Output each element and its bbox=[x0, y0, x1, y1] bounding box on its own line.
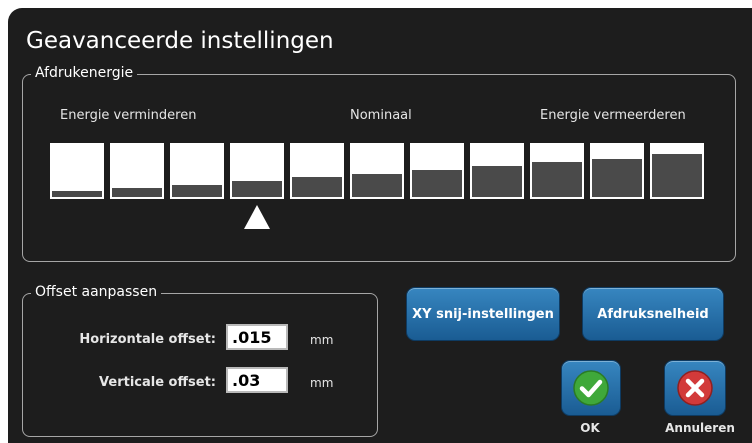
energy-level-fill bbox=[232, 181, 282, 197]
ok-label: OK bbox=[580, 421, 600, 435]
energy-level-fill bbox=[652, 154, 702, 197]
dialog-title: Geavanceerde instellingen bbox=[26, 28, 334, 54]
print-speed-button[interactable]: Afdruksnelheid bbox=[582, 287, 724, 341]
energy-level-fill bbox=[532, 162, 582, 197]
cancel-button[interactable] bbox=[664, 360, 726, 416]
energy-level-bar[interactable] bbox=[650, 143, 704, 199]
xy-cut-settings-label: XY snij-instellingen bbox=[412, 306, 554, 322]
vertical-offset-label: Verticale offset: bbox=[99, 375, 216, 390]
ok-button[interactable] bbox=[561, 360, 621, 416]
horizontal-offset-field[interactable] bbox=[226, 324, 288, 350]
energy-level-bar[interactable] bbox=[230, 143, 284, 199]
energy-level-fill bbox=[172, 185, 222, 197]
energy-level-selector[interactable] bbox=[50, 143, 710, 199]
energy-level-fill bbox=[412, 170, 462, 197]
triangle-up-icon bbox=[244, 205, 270, 229]
vertical-offset-unit: mm bbox=[310, 376, 334, 390]
energy-nominal-label: Nominaal bbox=[350, 108, 412, 123]
energy-level-bar[interactable] bbox=[110, 143, 164, 199]
energy-level-fill bbox=[112, 188, 162, 197]
energy-level-bar[interactable] bbox=[590, 143, 644, 199]
print-speed-label: Afdruksnelheid bbox=[597, 306, 709, 322]
energy-less-label: Energie verminderen bbox=[60, 108, 197, 123]
energy-level-fill bbox=[292, 177, 342, 197]
energy-level-bar[interactable] bbox=[290, 143, 344, 199]
offset-group-legend: Offset aanpassen bbox=[31, 284, 162, 300]
vertical-offset-field[interactable] bbox=[226, 367, 288, 393]
energy-level-bar[interactable] bbox=[530, 143, 584, 199]
energy-group-legend: Afdrukenergie bbox=[31, 65, 138, 81]
energy-level-bar[interactable] bbox=[410, 143, 464, 199]
energy-level-fill bbox=[52, 191, 102, 197]
offset-group: Offset aanpassen bbox=[22, 284, 378, 437]
energy-level-fill bbox=[352, 174, 402, 197]
energy-level-bar[interactable] bbox=[170, 143, 224, 199]
energy-level-fill bbox=[472, 166, 522, 197]
check-icon bbox=[573, 370, 609, 406]
cancel-label: Annuleren bbox=[665, 421, 735, 435]
energy-level-bar[interactable] bbox=[470, 143, 524, 199]
energy-level-bar[interactable] bbox=[350, 143, 404, 199]
xy-cut-settings-button[interactable]: XY snij-instellingen bbox=[406, 287, 560, 341]
energy-level-bar[interactable] bbox=[50, 143, 104, 199]
horizontal-offset-unit: mm bbox=[310, 333, 334, 347]
energy-more-label: Energie vermeerderen bbox=[540, 108, 686, 123]
close-icon bbox=[677, 370, 713, 406]
energy-level-fill bbox=[592, 159, 642, 197]
horizontal-offset-label: Horizontale offset: bbox=[79, 332, 216, 347]
